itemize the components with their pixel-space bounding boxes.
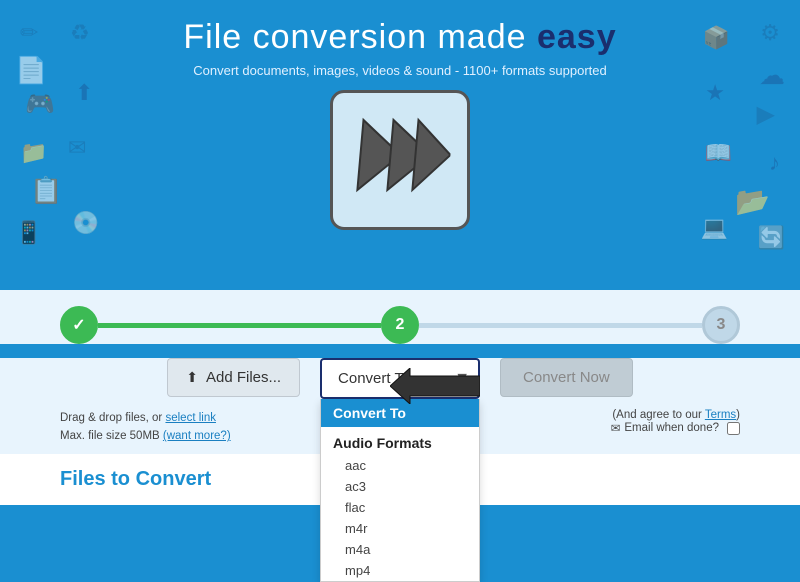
step-3-circle: 3 (702, 306, 740, 344)
icon-doc: 📋 (30, 175, 62, 206)
add-files-label: Add Files... (206, 369, 281, 386)
dropdown-item-m4r[interactable]: m4r (321, 518, 479, 539)
hero-section: ✏ 📄 🎮 📁 📋 📱 ♻ ⬆ ✉ 💿 ⚙ ☁ ▶ ♪ 📂 🔄 📦 ★ 📖 💻 … (0, 0, 800, 290)
icon-star: ★ (705, 80, 725, 106)
step-2-label: 2 (396, 316, 405, 334)
dropdown-item-aac[interactable]: aac (321, 455, 479, 476)
icon-game: 🎮 (25, 90, 55, 119)
dropdown-item-mp4[interactable]: mp4 (321, 560, 479, 581)
arrow-svg (390, 368, 480, 404)
action-row: ⬆ Add Files... Convert To aac ac3 flac m… (0, 358, 800, 409)
icon-play: ▶ (757, 100, 775, 129)
files-label-plain: Files to (60, 468, 136, 490)
icon-disc: 💿 (72, 210, 99, 236)
convert-now-label: Convert Now (523, 369, 610, 386)
steps-bar: ✓ 2 3 (0, 290, 800, 344)
dropdown-item-flac[interactable]: flac (321, 497, 479, 518)
select-link[interactable]: select link (165, 412, 216, 424)
info-left: Drag & drop files, or select link Max. f… (60, 409, 231, 446)
want-more-link[interactable]: (want more?) (163, 430, 231, 442)
steps-row: ✓ 2 3 (60, 306, 740, 344)
info-right: (And agree to our Terms) ✉ Email when do… (611, 409, 740, 435)
icon-phone: 📱 (15, 220, 42, 246)
logo-arrows (346, 110, 455, 210)
arrow-indicator (390, 368, 480, 409)
step-line-1 (98, 323, 381, 328)
convert-now-button[interactable]: Convert Now (500, 358, 633, 397)
add-files-button[interactable]: ⬆ Add Files... (167, 358, 300, 397)
max-size-text: Max. file size 50MB (60, 430, 160, 442)
terms-link[interactable]: Terms (705, 409, 736, 421)
dropdown-item-ac3[interactable]: ac3 (321, 476, 479, 497)
drag-drop-text: Drag & drop files, or (60, 412, 162, 424)
icon-arrow-up: ⬆ (75, 80, 93, 106)
dropdown-menu: Convert To Audio Formats aac ac3 flac m4… (320, 399, 480, 582)
email-when-done-label: Email when done? (624, 422, 719, 434)
icon-mail: ✉ (68, 135, 86, 161)
icon-transfer: 🔄 (758, 225, 785, 251)
email-row: ✉ Email when done? (611, 421, 740, 435)
step-1-circle: ✓ (60, 306, 98, 344)
hero-subtitle: Convert documents, images, videos & soun… (0, 63, 800, 78)
convert-now-container: Convert Now (500, 358, 633, 397)
email-checkbox[interactable] (727, 422, 740, 435)
icon-book: 📖 (705, 140, 732, 166)
icon-folder2: 📂 (735, 185, 770, 218)
logo-box (330, 90, 470, 230)
dropdown-item-m4a[interactable]: m4a (321, 539, 479, 560)
step-3-label: 3 (717, 316, 726, 334)
icon-music: ♪ (769, 150, 780, 176)
step-1-check: ✓ (72, 315, 85, 335)
upload-icon: ⬆ (186, 369, 198, 386)
agree-text: (And agree to our (612, 409, 705, 421)
step-line-2 (419, 323, 702, 328)
files-label-highlight: Convert (136, 468, 212, 490)
icon-folder: 📁 (20, 140, 47, 166)
dropdown-category: Audio Formats (321, 427, 479, 455)
step-2-circle: 2 (381, 306, 419, 344)
terms-text: (And agree to our Terms) (611, 409, 740, 421)
icon-laptop: 💻 (701, 215, 728, 241)
mail-icon: ✉ (611, 421, 621, 435)
hero-title: File conversion made easy (0, 18, 800, 57)
